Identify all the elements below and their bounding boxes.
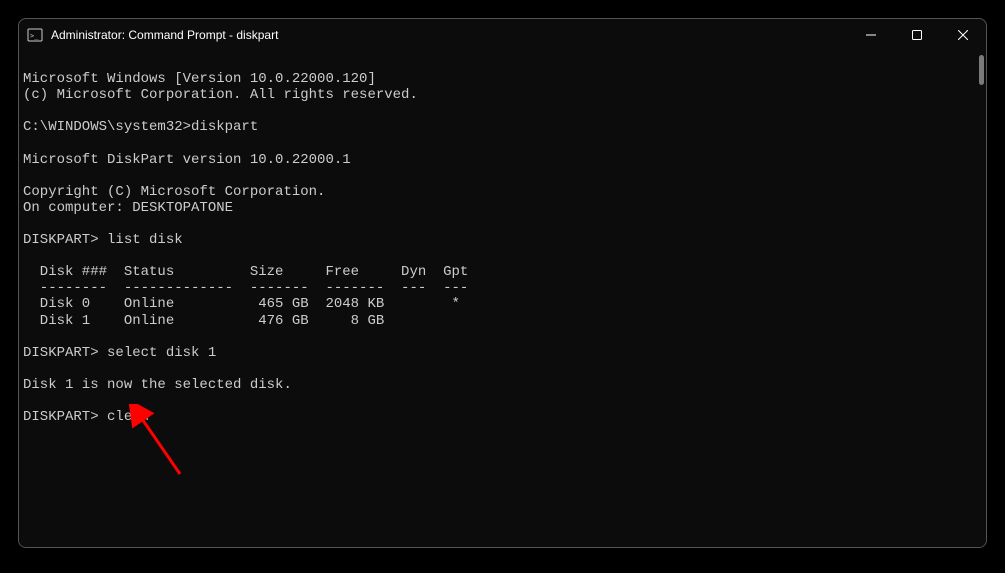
output-line: Disk 1 is now the selected disk. [23,377,292,393]
titlebar[interactable]: >_ Administrator: Command Prompt - diskp… [19,19,986,51]
minimize-button[interactable] [848,19,894,51]
table-header: Disk ### Status Size Free Dyn Gpt [23,264,468,280]
output-line: On computer: DESKTOPATONE [23,200,233,216]
output-line: (c) Microsoft Corporation. All rights re… [23,87,418,103]
svg-text:>_: >_ [30,32,39,40]
scrollbar-thumb[interactable] [979,55,984,85]
prompt-line: DISKPART> list disk [23,232,183,248]
output-line: Microsoft DiskPart version 10.0.22000.1 [23,152,351,168]
maximize-button[interactable] [894,19,940,51]
output-line: Microsoft Windows [Version 10.0.22000.12… [23,71,376,87]
table-divider: -------- ------------- ------- ------- -… [23,280,468,296]
scrollbar[interactable] [977,55,984,543]
output-line: Copyright (C) Microsoft Corporation. [23,184,325,200]
prompt-line: C:\WINDOWS\system32>diskpart [23,119,258,135]
prompt-line: DISKPART> select disk 1 [23,345,216,361]
window-controls [848,19,986,51]
close-button[interactable] [940,19,986,51]
terminal-body[interactable]: Microsoft Windows [Version 10.0.22000.12… [19,51,986,547]
window-title: Administrator: Command Prompt - diskpart [51,28,848,42]
table-row: Disk 0 Online 465 GB 2048 KB * [23,296,460,312]
prompt-line: DISKPART> clean [23,409,149,425]
cmd-icon: >_ [27,27,43,43]
table-row: Disk 1 Online 476 GB 8 GB [23,313,384,329]
terminal-window: >_ Administrator: Command Prompt - diskp… [18,18,987,548]
